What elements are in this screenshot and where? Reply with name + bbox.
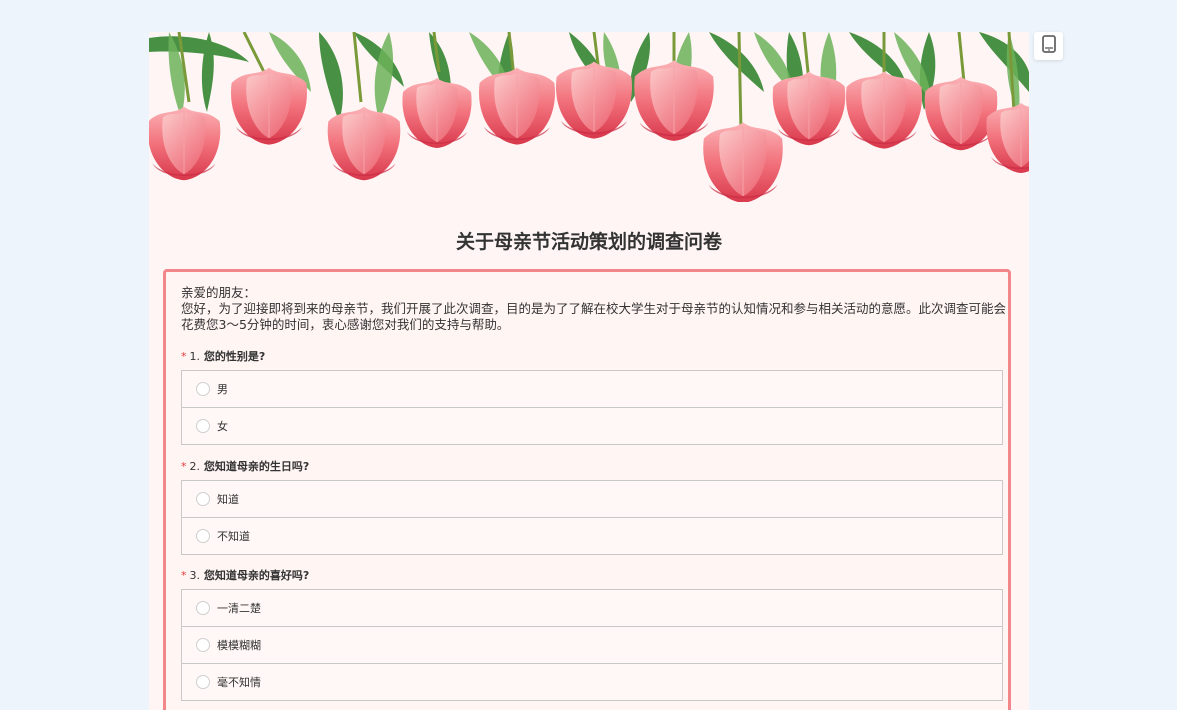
radio-button[interactable] — [196, 492, 210, 506]
option-label: 女 — [217, 420, 228, 433]
option-label: 毫不知情 — [217, 676, 261, 689]
survey-card: 亲爱的朋友： 您好，为了迎接即将到来的母亲节，我们开展了此次调查，目的是为了了解… — [163, 269, 1011, 710]
intro-greeting: 亲爱的朋友： — [181, 285, 257, 300]
option-very-clear[interactable]: 一清二楚 — [182, 590, 1002, 626]
tulip-banner-image — [149, 32, 1029, 202]
required-mark: * — [181, 569, 187, 582]
question-2: * 2. 您知道母亲的生日吗? 知道 不知道 — [181, 460, 1003, 555]
question-number: 3. — [189, 569, 201, 582]
question-1: * 1. 您的性别是? 男 女 — [181, 350, 1003, 445]
question-title: * 3. 您知道母亲的喜好吗? — [181, 569, 1003, 583]
question-number: 1. — [189, 350, 201, 363]
survey-title: 关于母亲节活动策划的调查问卷 — [455, 231, 722, 253]
required-mark: * — [181, 350, 187, 363]
mobile-phone-icon — [1041, 35, 1056, 57]
option-label: 一清二楚 — [217, 602, 261, 615]
survey-intro: 亲爱的朋友： 您好，为了迎接即将到来的母亲节，我们开展了此次调查，目的是为了了解… — [181, 285, 1006, 333]
question-number: 2. — [189, 460, 201, 473]
radio-button[interactable] — [196, 382, 210, 396]
option-dont-know[interactable]: 不知道 — [182, 517, 1002, 554]
option-no-idea[interactable]: 毫不知情 — [182, 663, 1002, 700]
option-label: 模模糊糊 — [217, 639, 261, 652]
question-title: * 1. 您的性别是? — [181, 350, 1003, 364]
survey-page: 关于母亲节活动策划的调查问卷 亲爱的朋友： 您好，为了迎接即将到来的母亲节，我们… — [149, 32, 1029, 710]
option-know[interactable]: 知道 — [182, 481, 1002, 517]
radio-button[interactable] — [196, 419, 210, 433]
radio-button[interactable] — [196, 529, 210, 543]
radio-button[interactable] — [196, 675, 210, 689]
option-list: 知道 不知道 — [181, 480, 1003, 555]
question-3: * 3. 您知道母亲的喜好吗? 一清二楚 模模糊糊 毫不知情 — [181, 569, 1003, 701]
question-text: 您知道母亲的喜好吗? — [203, 569, 310, 582]
option-female[interactable]: 女 — [182, 407, 1002, 444]
option-label: 男 — [217, 383, 228, 396]
question-text: 您的性别是? — [203, 350, 266, 363]
option-vague[interactable]: 模模糊糊 — [182, 626, 1002, 663]
option-label: 知道 — [217, 493, 239, 506]
intro-text: 您好，为了迎接即将到来的母亲节，我们开展了此次调查，目的是为了了解在校大学生对于… — [181, 301, 1007, 332]
question-text: 您知道母亲的生日吗? — [203, 460, 310, 473]
mobile-preview-button[interactable] — [1034, 32, 1063, 60]
option-list: 男 女 — [181, 370, 1003, 445]
option-male[interactable]: 男 — [182, 371, 1002, 407]
option-label: 不知道 — [217, 530, 250, 543]
option-list: 一清二楚 模模糊糊 毫不知情 — [181, 589, 1003, 701]
radio-button[interactable] — [196, 638, 210, 652]
question-title: * 2. 您知道母亲的生日吗? — [181, 460, 1003, 474]
required-mark: * — [181, 460, 187, 473]
radio-button[interactable] — [196, 601, 210, 615]
